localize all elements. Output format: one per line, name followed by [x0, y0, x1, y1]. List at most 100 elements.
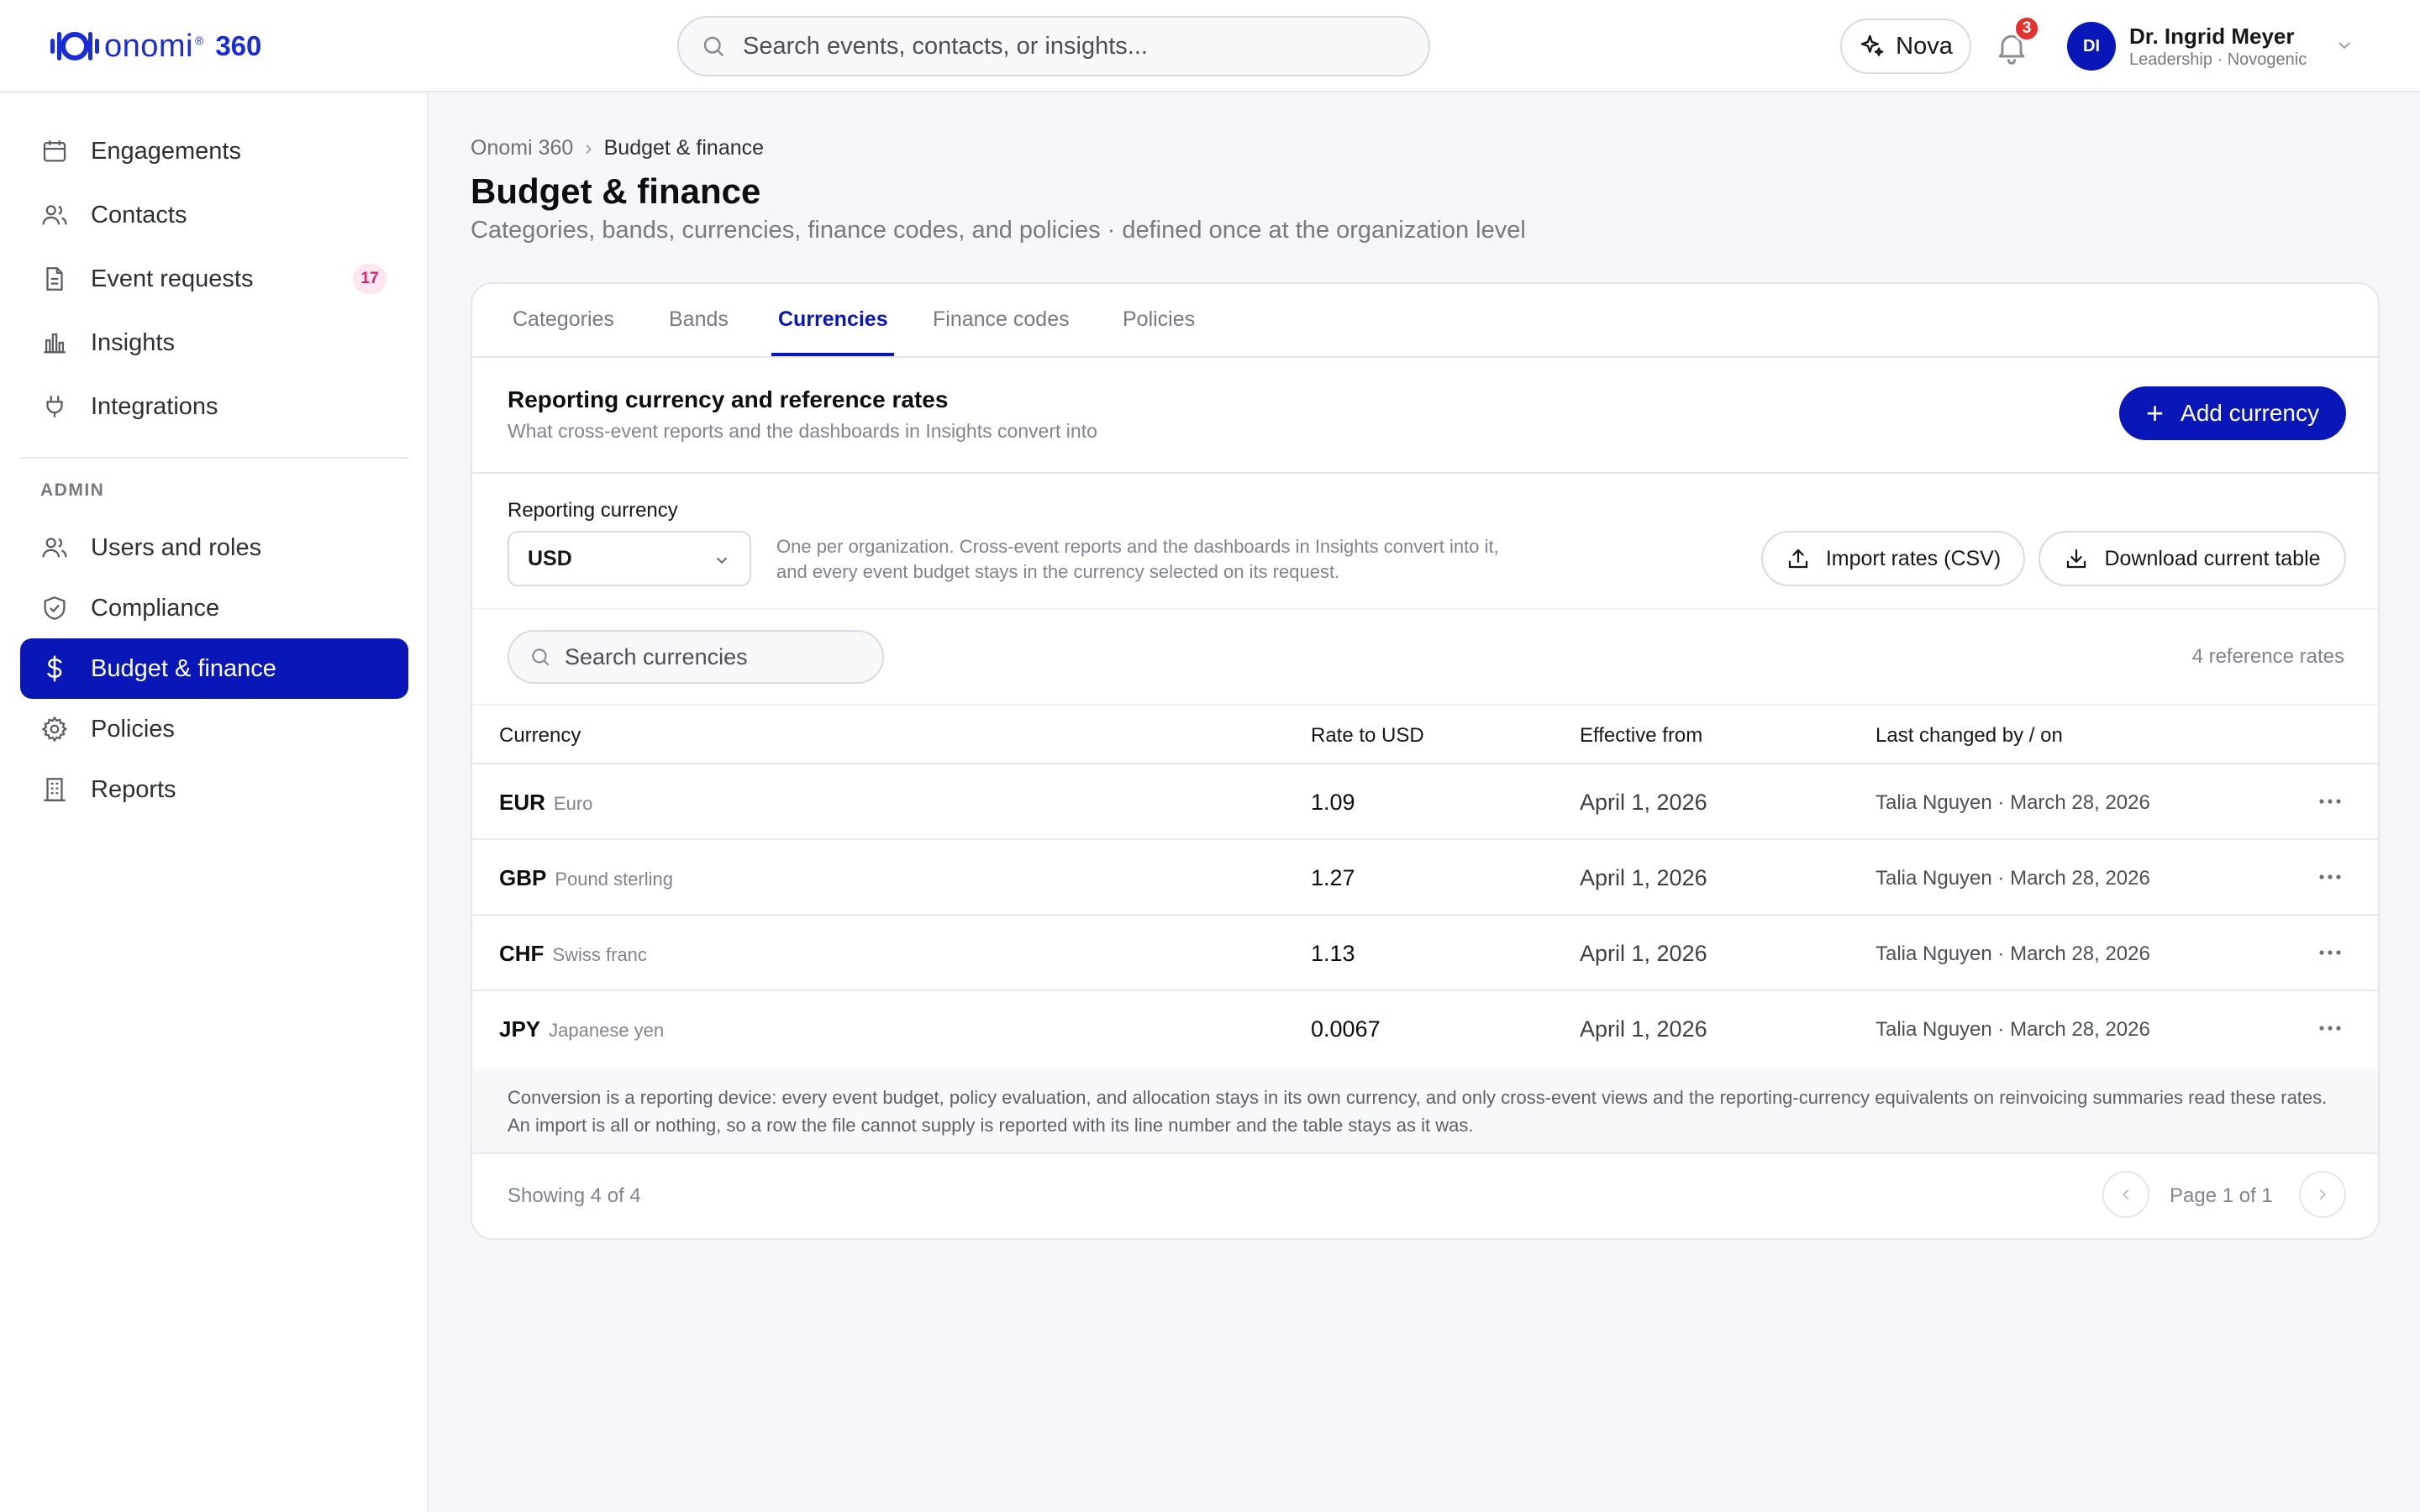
breadcrumb: Onomi 360 › Budget & finance — [471, 136, 764, 160]
active-tab-indicator — [771, 353, 894, 356]
plus-icon: + — [2146, 396, 2165, 430]
sidebar-item-label: Contacts — [91, 201, 187, 228]
sidebar-item-label: Engagements — [91, 137, 241, 165]
avatar[interactable]: DI — [2067, 22, 2116, 71]
logo-wordmark: onomi — [104, 28, 193, 64]
currencies-card: Categories Bands Currencies Finance code… — [471, 282, 2380, 1240]
section-title: Reporting currency and reference rates — [508, 386, 949, 412]
sidebar-item-event-requests[interactable]: Event requests 17 — [20, 249, 408, 309]
table-row[interactable]: CHF Swiss franc 1.13 April 1, 2026 Talia … — [472, 916, 2378, 991]
logo-mark-icon — [49, 27, 101, 66]
nova-button[interactable]: Nova — [1840, 18, 1971, 74]
add-currency-button[interactable]: + Add currency — [2119, 386, 2346, 440]
sidebar-item-policies[interactable]: Policies — [20, 699, 408, 759]
sidebar-item-label: Budget & finance — [91, 654, 276, 682]
sidebar-item-compliance[interactable]: Compliance — [20, 578, 408, 638]
sparkle-icon — [1860, 34, 1884, 56]
registered-mark: ® — [195, 34, 204, 47]
column-header-last-changed[interactable]: Last changed by / on — [1876, 724, 2063, 748]
breadcrumb-current: Budget & finance — [603, 136, 765, 160]
sidebar-item-integrations[interactable]: Integrations — [20, 376, 408, 437]
sidebar: Engagements Contacts Event requests 17 I… — [0, 94, 429, 1512]
global-search-input[interactable]: Search events, contacts, or insights... — [677, 16, 1430, 76]
divider — [472, 1152, 2378, 1154]
sidebar-divider — [20, 457, 408, 459]
currency-cell: GBP Pound sterling — [499, 865, 673, 891]
currency-name: Euro — [553, 793, 593, 814]
effective-cell: April 1, 2026 — [1580, 865, 1707, 890]
last-changed-cell: Talia Nguyen · March 28, 2026 — [1876, 791, 2150, 814]
sidebar-item-users-and-roles[interactable]: Users and roles — [20, 517, 408, 578]
search-placeholder: Search events, contacts, or insights... — [743, 32, 1148, 60]
column-header-rate[interactable]: Rate to USD — [1311, 724, 1424, 748]
dollar-icon — [39, 653, 71, 685]
tab-finance-codes[interactable]: Finance codes — [933, 307, 1070, 332]
sidebar-item-budget-finance[interactable]: Budget & finance — [20, 638, 408, 699]
table-row[interactable]: JPY Japanese yen 0.0067 April 1, 2026 Tal… — [472, 991, 2378, 1067]
chevron-down-icon — [713, 551, 731, 575]
sidebar-item-label: Users and roles — [91, 533, 262, 561]
last-changed-cell: Talia Nguyen · March 28, 2026 — [1876, 942, 2150, 965]
more-actions-icon[interactable] — [2317, 944, 2343, 965]
currency-code: CHF — [499, 941, 544, 966]
sidebar-item-reports[interactable]: Reports — [20, 759, 408, 820]
chevron-down-icon[interactable] — [2334, 35, 2354, 60]
currency-name: Japanese yen — [549, 1020, 665, 1041]
download-icon — [2067, 549, 2086, 569]
nova-label: Nova — [1896, 32, 1953, 60]
more-actions-icon[interactable] — [2317, 1020, 2343, 1041]
showing-count: Showing 4 of 4 — [508, 1184, 641, 1207]
currency-search-input[interactable]: Search currencies — [508, 630, 884, 684]
download-table-label: Download current table — [2104, 546, 2321, 570]
currency-code: EUR — [499, 790, 545, 815]
rate-cell: 0.0067 — [1311, 1016, 1381, 1042]
import-rates-button[interactable]: Import rates (CSV) — [1761, 531, 2025, 586]
column-header-currency[interactable]: Currency — [499, 724, 581, 748]
section-subtitle: What cross-event reports and the dashboa… — [508, 420, 1097, 442]
user-name[interactable]: Dr. Ingrid Meyer — [2129, 24, 2295, 50]
sidebar-item-insights[interactable]: Insights — [20, 312, 408, 373]
tab-currencies[interactable]: Currencies — [778, 307, 888, 332]
divider — [472, 472, 2378, 474]
add-currency-label: Add currency — [2181, 400, 2319, 426]
sidebar-item-engagements[interactable]: Engagements — [20, 121, 408, 181]
more-actions-icon[interactable] — [2317, 793, 2343, 814]
calendar-icon — [39, 135, 71, 167]
event-requests-count-badge: 17 — [353, 264, 387, 294]
reporting-currency-note: One per organization. Cross-event report… — [776, 536, 1499, 582]
previous-page-button[interactable] — [2102, 1171, 2149, 1218]
reference-rates-count: 4 reference rates — [2191, 645, 2344, 668]
app-logo[interactable]: onomi ® 360 — [49, 25, 261, 67]
more-actions-icon[interactable] — [2317, 869, 2343, 890]
currency-name: Pound sterling — [555, 869, 673, 890]
last-changed-cell: Talia Nguyen · March 28, 2026 — [1876, 1018, 2150, 1041]
table-header: Currency Rate to USD Effective from Last… — [472, 704, 2378, 764]
sidebar-item-contacts[interactable]: Contacts — [20, 185, 408, 245]
sidebar-section-admin: ADMIN — [40, 480, 105, 500]
tab-categories[interactable]: Categories — [513, 307, 614, 332]
effective-cell: April 1, 2026 — [1580, 941, 1707, 966]
currency-search-placeholder: Search currencies — [565, 643, 748, 669]
tab-bands[interactable]: Bands — [669, 307, 729, 332]
building-icon — [39, 774, 71, 806]
download-table-button[interactable]: Download current table — [2039, 531, 2346, 586]
sidebar-item-label: Insights — [91, 328, 175, 356]
table-row[interactable]: GBP Pound sterling 1.27 April 1, 2026 Tal… — [472, 840, 2378, 916]
tab-bar: Categories Bands Currencies Finance code… — [472, 284, 2378, 358]
page-subtitle: Categories, bands, currencies, finance c… — [471, 217, 1526, 244]
reporting-currency-label: Reporting currency — [508, 499, 678, 522]
column-header-effective[interactable]: Effective from — [1580, 724, 1702, 748]
plug-icon — [39, 391, 71, 423]
tab-policies[interactable]: Policies — [1123, 307, 1195, 332]
chevron-left-icon — [2122, 1189, 2129, 1200]
page-title: Budget & finance — [471, 171, 761, 211]
table-row[interactable]: EUR Euro 1.09 April 1, 2026 Talia Nguyen … — [472, 764, 2378, 840]
rate-cell: 1.09 — [1311, 790, 1355, 815]
next-page-button[interactable] — [2299, 1171, 2346, 1218]
notifications-count-badge: 3 — [2013, 15, 2040, 42]
sidebar-item-label: Integrations — [91, 392, 218, 420]
effective-cell: April 1, 2026 — [1580, 790, 1707, 815]
breadcrumb-root[interactable]: Onomi 360 — [471, 136, 573, 160]
effective-cell: April 1, 2026 — [1580, 1016, 1707, 1042]
reporting-currency-select[interactable]: USD — [508, 531, 751, 586]
